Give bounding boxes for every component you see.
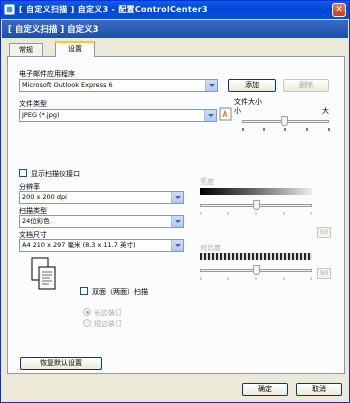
doc-size-select[interactable]: A4 210 x 297 毫米 (8.3 x 11.7 英寸) [19, 239, 184, 252]
chevron-down-icon [205, 80, 217, 91]
file-size-large-label: 大 [322, 107, 329, 115]
delete-button[interactable]: 删除 [283, 79, 329, 92]
long-edge-radio[interactable] [83, 308, 91, 316]
app-icon [4, 4, 15, 15]
brightness-gradient [200, 188, 312, 195]
contrast-label: 对比度 [200, 244, 221, 252]
duplex-scan-label: 双面（两面）扫描 [92, 288, 148, 296]
contrast-slider-thumb[interactable] [253, 265, 260, 275]
config-window: [ 自定义扫描 ] 自定义3 - 配置ControlCenter3 ✕ [ 自定… [0, 0, 350, 403]
duplex-pages-icon [31, 257, 56, 290]
file-size-small-label: 小 [234, 107, 241, 115]
window-title: [ 自定义扫描 ] 自定义3 - 配置ControlCenter3 [19, 5, 208, 14]
tab-general[interactable]: 常规 [9, 43, 43, 56]
pdf-settings-icon[interactable] [219, 107, 233, 122]
email-app-value: Microsoft Outlook Express 6 [22, 81, 113, 89]
contrast-pattern [200, 253, 312, 260]
title-bar[interactable]: [ 自定义扫描 ] 自定义3 - 配置ControlCenter3 ✕ [1, 1, 349, 19]
settings-panel: 电子邮件应用程序 Microsoft Outlook Express 6 添加 … [7, 56, 345, 374]
chevron-down-icon [171, 216, 183, 227]
tab-settings[interactable]: 设置 [55, 41, 95, 57]
show-scanner-interface-label: 显示扫描仪接口 [31, 170, 80, 178]
brightness-slider-thumb[interactable] [253, 200, 260, 210]
cancel-button[interactable]: 取消 [296, 383, 342, 396]
contrast-ticks [200, 277, 312, 280]
short-edge-label: 短边装订 [94, 320, 122, 328]
duplex-scan-checkbox[interactable] [80, 287, 88, 295]
brightness-label: 亮度 [200, 178, 214, 186]
doc-size-value: A4 210 x 297 毫米 (8.3 x 11.7 英寸) [22, 241, 136, 249]
file-type-value: JPEG (*.jpg) [22, 111, 60, 119]
chevron-down-icon [171, 192, 183, 203]
file-type-select[interactable]: JPEG (*.jpg) [19, 109, 217, 122]
restore-defaults-button[interactable]: 恢复默认设置 [20, 357, 102, 370]
email-app-select[interactable]: Microsoft Outlook Express 6 [19, 79, 218, 92]
ok-button[interactable]: 确定 [242, 383, 288, 396]
brightness-ticks [200, 212, 312, 215]
separator-bottom [12, 348, 342, 349]
resolution-value: 200 x 200 dpi [22, 193, 67, 201]
chevron-down-icon [204, 110, 216, 121]
resolution-select[interactable]: 200 x 200 dpi [19, 191, 184, 204]
add-button[interactable]: 添加 [228, 79, 276, 92]
file-type-label: 文件类型 [19, 100, 47, 108]
short-edge-radio[interactable] [83, 319, 91, 327]
file-size-slider-thumb[interactable] [281, 116, 288, 126]
scan-type-value: 24位彩色 [22, 217, 50, 225]
header-bar: [ 自定义扫描 ] 自定义3 [2, 20, 348, 38]
close-button[interactable]: ✕ [332, 3, 346, 17]
separator-top [12, 158, 342, 159]
email-app-label: 电子邮件应用程序 [19, 70, 75, 78]
file-size-ticks [242, 128, 330, 131]
long-edge-label: 长边装订 [94, 309, 122, 317]
show-scanner-interface-checkbox[interactable] [19, 169, 27, 177]
contrast-value: 50 [317, 268, 331, 279]
chevron-down-icon [171, 240, 183, 251]
header-title: [ 自定义扫描 ] 自定义3 [8, 25, 99, 35]
brightness-value: 50 [317, 227, 331, 238]
scan-type-select[interactable]: 24位彩色 [19, 215, 184, 228]
